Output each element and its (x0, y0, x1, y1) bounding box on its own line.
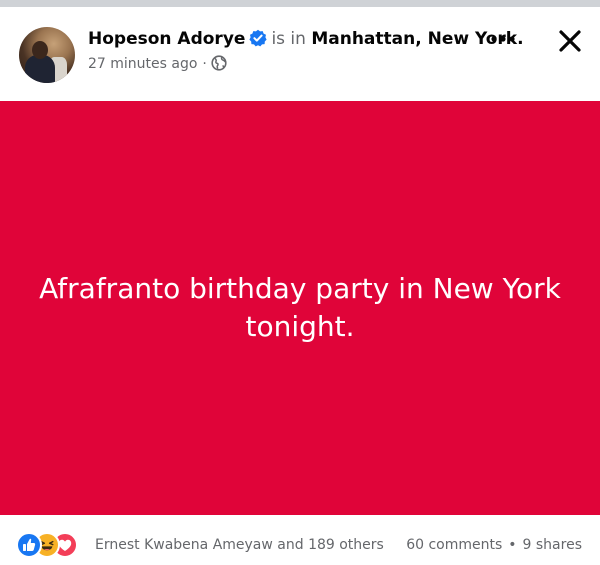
avatar[interactable] (19, 27, 75, 83)
verified-badge-icon (249, 29, 268, 53)
reaction-summary-link[interactable]: Ernest Kwabena Ameyaw and 189 others (95, 536, 384, 554)
post-text: Afrafranto birthday party in New York to… (39, 272, 561, 343)
meta-separator: · (202, 56, 207, 72)
post-footer: Ernest Kwabena Ameyaw and 189 others 60 … (0, 515, 600, 565)
is-in-text: is in (271, 29, 306, 49)
avatar-figure-head (32, 41, 48, 59)
like-icon (16, 532, 42, 558)
post-meta: 27 minutes ago · (88, 55, 227, 76)
window-top-bar (0, 0, 600, 7)
globe-icon[interactable] (211, 55, 227, 76)
shares-count-link[interactable]: 9 shares (523, 537, 582, 553)
post-content-background: Afrafranto birthday party in New York to… (0, 101, 600, 515)
counts-separator: • (508, 537, 517, 553)
more-options-icon[interactable] (486, 29, 520, 49)
comments-count-link[interactable]: 60 comments (406, 537, 502, 553)
avatar-figure-suit (25, 55, 55, 83)
engagement-counts: 60 comments • 9 shares (406, 536, 582, 554)
timestamp[interactable]: 27 minutes ago (88, 56, 197, 72)
author-name[interactable]: Hopeson Adorye (88, 29, 245, 49)
author-line: Hopeson Adorye is in Manhattan, New York… (88, 28, 524, 53)
close-icon[interactable] (556, 27, 584, 55)
post-header: Hopeson Adorye is in Manhattan, New York… (0, 7, 600, 101)
